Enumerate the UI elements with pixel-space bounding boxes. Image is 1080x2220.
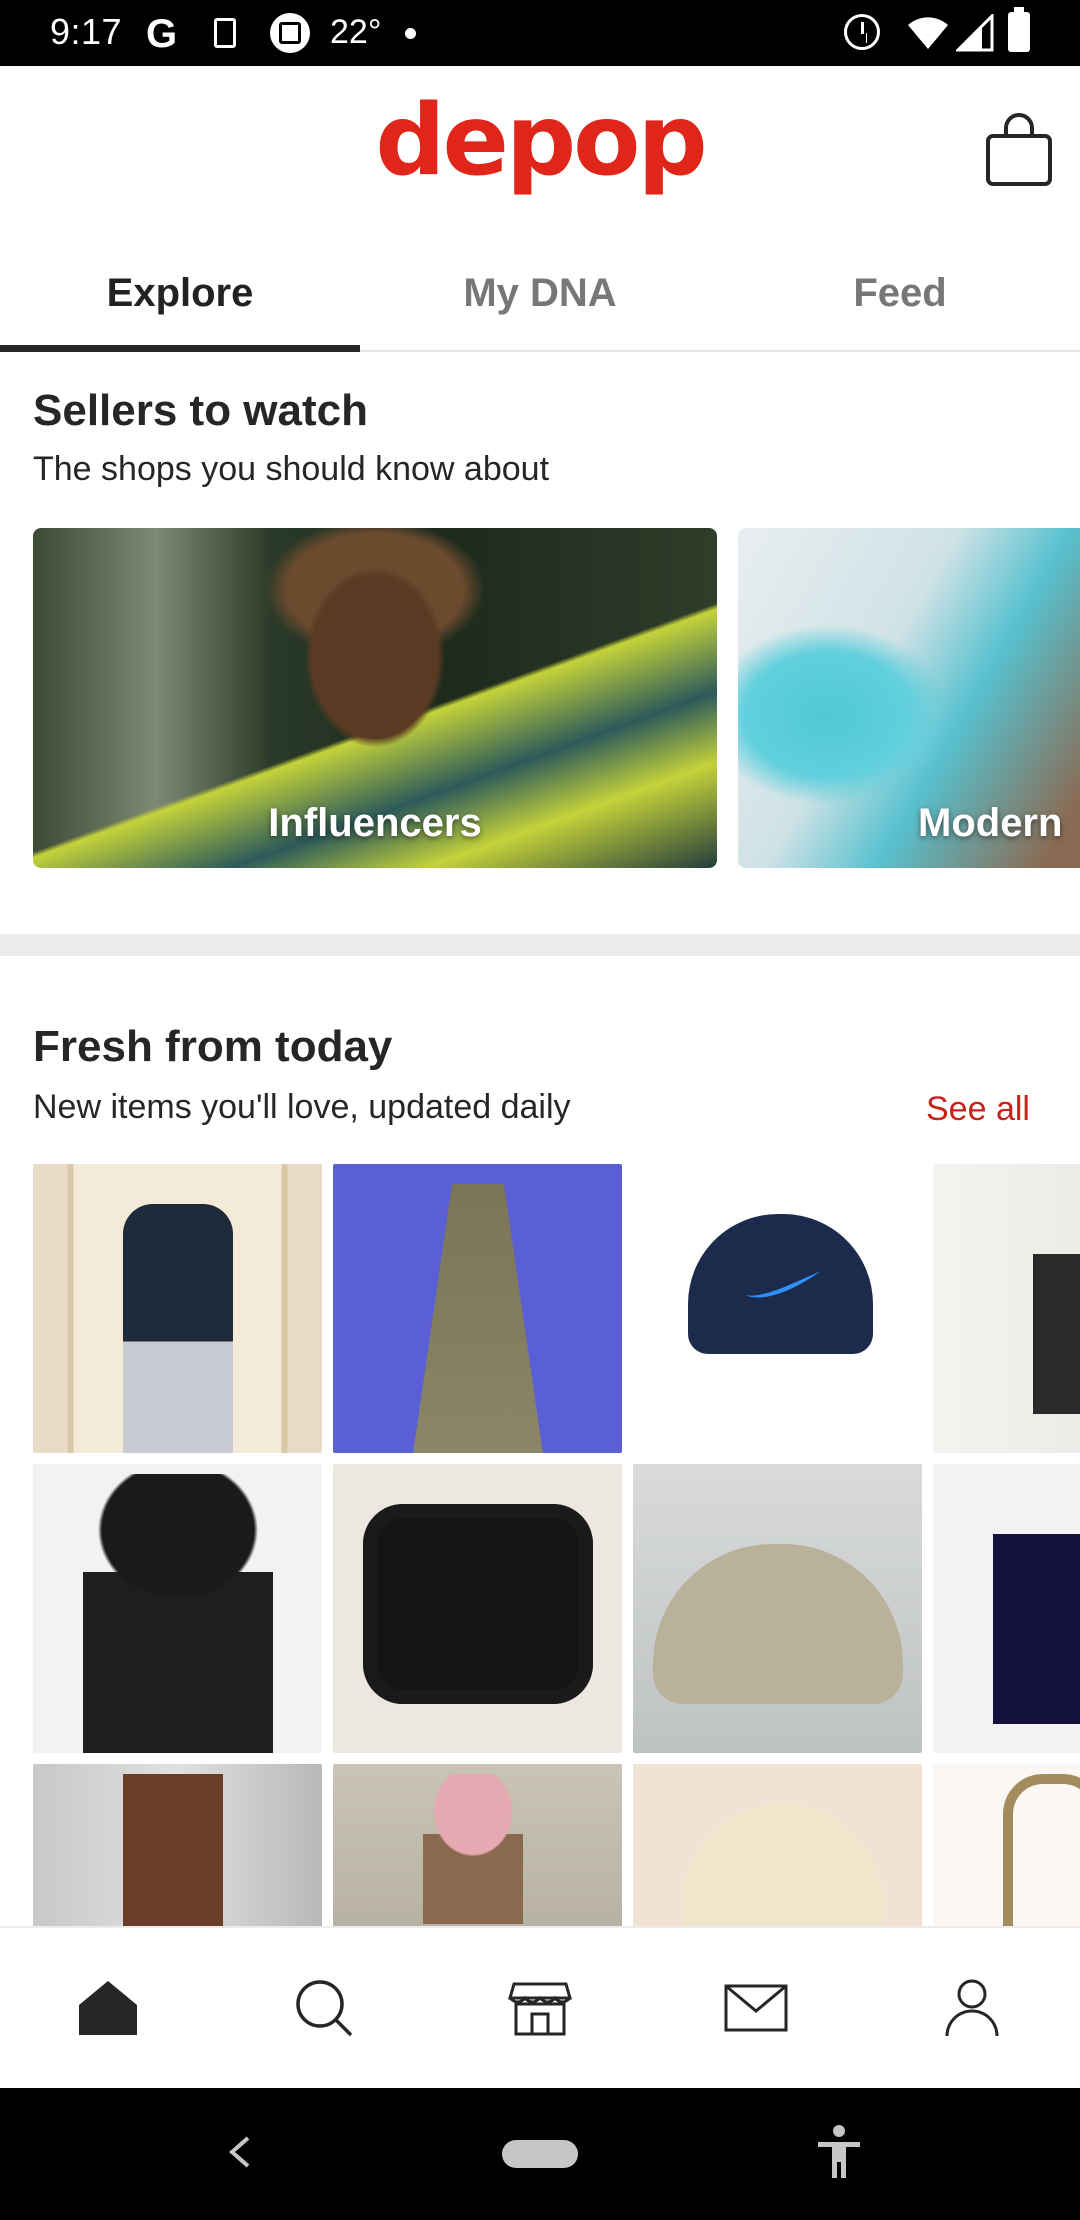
fresh-title: Fresh from today	[33, 1022, 393, 1071]
product-tile-velour-jacket[interactable]	[33, 1164, 322, 1453]
product-tile-black-velour-top[interactable]	[33, 1464, 322, 1753]
depop-logo[interactable]: depop	[0, 86, 1080, 196]
shopping-bag-icon[interactable]	[984, 112, 1054, 188]
home-icon	[79, 1981, 137, 2035]
product-tile-cream-cap[interactable]	[633, 1764, 922, 1926]
product-tile-plaid-shirt[interactable]	[333, 1764, 622, 1926]
product-tile-navy-cap[interactable]	[633, 1164, 922, 1453]
seller-card-influencers[interactable]: Influencers	[33, 528, 717, 868]
profile-icon	[945, 1979, 999, 2037]
alarm-icon	[844, 14, 880, 50]
notification-dot-icon	[405, 28, 416, 39]
sim-card-icon	[214, 18, 236, 48]
product-tile-brown-tracksuit[interactable]	[33, 1764, 322, 1926]
product-tile-khaki-cap[interactable]	[633, 1464, 922, 1753]
tab-my-dna[interactable]: My DNA	[360, 236, 720, 350]
sellers-title: Sellers to watch	[33, 386, 369, 435]
bottom-navigation	[0, 1926, 1080, 2088]
sellers-subtitle: The shops you should know about	[33, 450, 550, 488]
swoosh-logo-icon	[745, 1271, 821, 1298]
status-bar: 9:17 G 22°	[0, 0, 1080, 66]
nav-shop[interactable]	[432, 1928, 648, 2088]
search-icon	[296, 1980, 353, 2037]
seller-card-label: Modern	[918, 801, 1063, 845]
accessibility-icon[interactable]	[814, 2124, 864, 2180]
nav-messages[interactable]	[648, 1928, 864, 2088]
mail-icon	[724, 1984, 788, 2032]
back-icon[interactable]	[224, 2132, 254, 2172]
seller-card-modern[interactable]: Modern	[738, 528, 1080, 868]
product-tile-platform-sneakers[interactable]	[333, 1464, 622, 1753]
temperature-label: 22°	[330, 13, 382, 51]
google-icon: G	[146, 12, 178, 56]
product-tile-floral-bag[interactable]	[933, 1764, 1080, 1926]
signal-icon	[956, 14, 994, 52]
system-navigation-bar	[0, 2088, 1080, 2220]
nav-profile[interactable]	[864, 1928, 1080, 2088]
wifi-icon	[908, 17, 948, 49]
tab-explore[interactable]: Explore	[0, 236, 360, 352]
product-tile-tiered-skirt[interactable]	[333, 1164, 622, 1453]
product-grid	[33, 1164, 1080, 1926]
product-tile-tote-bag[interactable]	[933, 1164, 1080, 1453]
seller-card-label: Influencers	[268, 801, 482, 845]
battery-icon	[1008, 7, 1030, 52]
section-divider	[0, 934, 1080, 956]
app-header: depop	[0, 66, 1080, 236]
home-pill-button[interactable]	[502, 2140, 578, 2168]
nav-home[interactable]	[0, 1928, 216, 2088]
shop-icon	[508, 1982, 572, 2036]
tab-feed[interactable]: Feed	[720, 236, 1080, 350]
see-all-link[interactable]: See all	[926, 1090, 1030, 1129]
status-time: 9:17	[50, 11, 123, 52]
nav-search[interactable]	[216, 1928, 432, 2088]
photo-notification-icon	[270, 13, 310, 53]
tab-bar: Explore My DNA Feed	[0, 236, 1080, 352]
product-tile-navy-tote[interactable]	[933, 1464, 1080, 1753]
fresh-subtitle: New items you'll love, updated daily	[33, 1088, 571, 1126]
